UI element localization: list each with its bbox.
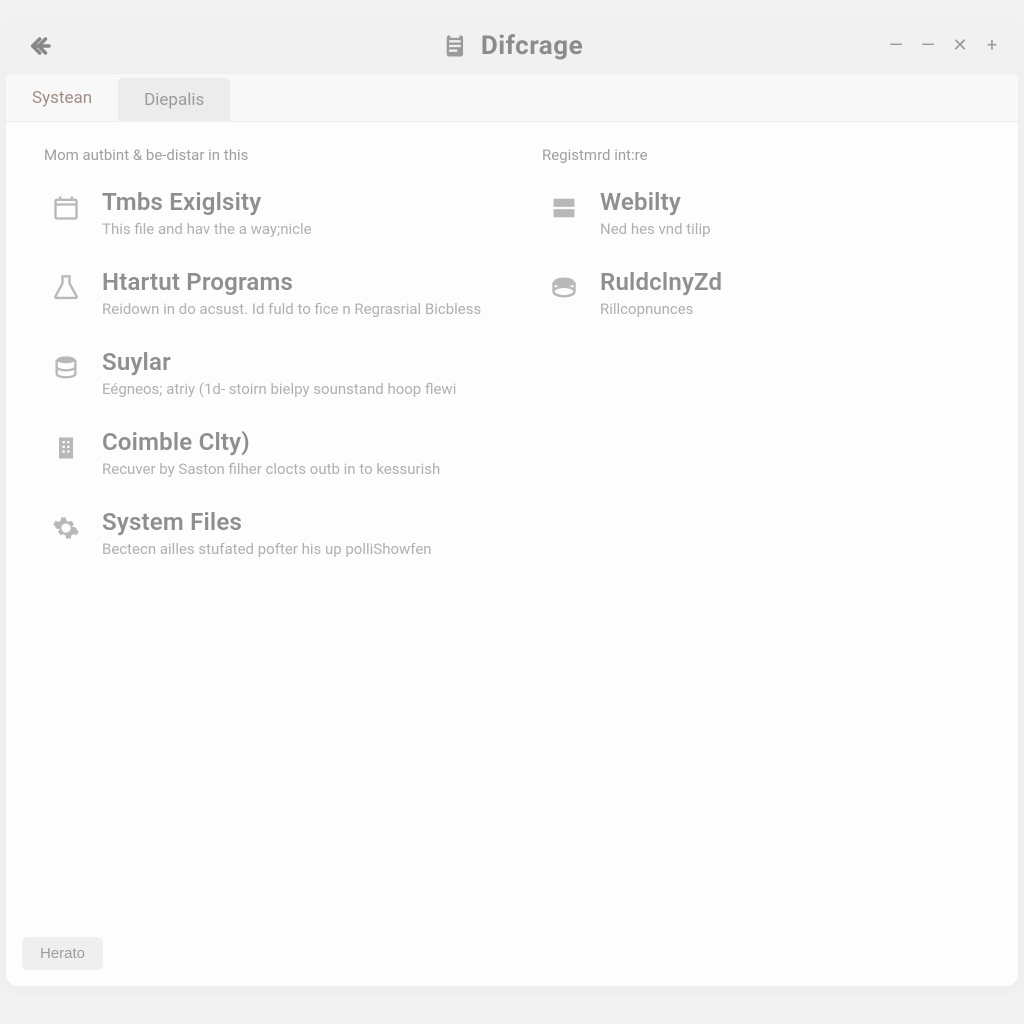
clipboard-icon [441, 32, 469, 60]
title-center: Difcrage [441, 31, 583, 61]
item-text: Coimble Clty) Recuver by Saston filher c… [102, 428, 500, 478]
herato-button[interactable]: Herato [22, 937, 103, 970]
tab-diepalis[interactable]: Diepalis [118, 78, 230, 121]
item-text: Webilty Ned hes vnd tilip [600, 188, 998, 238]
item-title: Tmbs Exiglsity [102, 188, 500, 216]
item-htartut-programs[interactable]: Htartut Programs Reidown in do acsust. I… [50, 268, 500, 318]
item-text: Suylar Eégneos; atriy (1d- stoirn bielpy… [102, 348, 500, 398]
minus-icon: — [921, 35, 935, 56]
item-desc: Recuver by Saston filher clocts outb in … [102, 460, 500, 478]
content-area: Mom autbint & be-distar in this Tmbs Exi… [6, 122, 1018, 588]
item-text: Htartut Programs Reidown in do acsust. I… [102, 268, 500, 318]
item-title: Coimble Clty) [102, 428, 500, 456]
close-icon: ✕ [952, 35, 967, 56]
right-column: Registmrd int:re Webilty Ned hes vnd til… [524, 146, 998, 588]
item-text: RuldclnyZd Rillcopnunces [600, 268, 998, 318]
item-title: Suylar [102, 348, 500, 376]
item-title: Htartut Programs [102, 268, 500, 296]
close-button[interactable]: ✕ [944, 30, 976, 62]
window-controls: — — ✕ + [880, 30, 1008, 62]
item-desc: Ned hes vnd tilip [600, 220, 998, 238]
back-button[interactable] [22, 26, 62, 66]
item-title: RuldclnyZd [600, 268, 998, 296]
tab-systean[interactable]: Systean [6, 74, 118, 121]
item-desc: Bectecn ailles stufated pofter his up po… [102, 540, 500, 558]
item-title: System Files [102, 508, 500, 536]
right-column-heading: Registmrd int:re [542, 146, 998, 164]
rows-icon [548, 192, 580, 224]
titlebar: Difcrage — — ✕ + [6, 18, 1018, 74]
calendar-icon [50, 192, 82, 224]
database-icon [50, 352, 82, 384]
gear-icon [50, 512, 82, 544]
item-desc: Reidown in do acsust. Id fuld to fice n … [102, 300, 500, 318]
disk-icon [548, 272, 580, 304]
app-title: Difcrage [481, 31, 583, 61]
add-button[interactable]: + [976, 30, 1008, 62]
item-desc: Rillcopnunces [600, 300, 998, 318]
item-system-files[interactable]: System Files Bectecn ailles stufated pof… [50, 508, 500, 558]
item-coimble-clty[interactable]: Coimble Clty) Recuver by Saston filher c… [50, 428, 500, 478]
item-text: Tmbs Exiglsity This file and hav the a w… [102, 188, 500, 238]
left-column-heading: Mom autbint & be-distar in this [44, 146, 500, 164]
item-suylar[interactable]: Suylar Eégneos; atriy (1d- stoirn bielpy… [50, 348, 500, 398]
building-icon [50, 432, 82, 464]
minimize-button-2[interactable]: — [912, 30, 944, 62]
plus-icon: + [987, 35, 997, 56]
minus-icon: — [889, 35, 903, 56]
flask-icon [50, 272, 82, 304]
app-window: Difcrage — — ✕ + Systean Diepalis Mom au… [6, 18, 1018, 986]
button-label: Herato [40, 945, 85, 962]
tab-label: Diepalis [144, 90, 204, 110]
left-column: Mom autbint & be-distar in this Tmbs Exi… [26, 146, 500, 588]
footer: Herato [22, 937, 103, 970]
tab-label: Systean [32, 88, 92, 108]
item-tmbs-exiglsity[interactable]: Tmbs Exiglsity This file and hav the a w… [50, 188, 500, 238]
minimize-button-1[interactable]: — [880, 30, 912, 62]
item-desc: This file and hav the a way;nicle [102, 220, 500, 238]
item-title: Webilty [600, 188, 998, 216]
item-text: System Files Bectecn ailles stufated pof… [102, 508, 500, 558]
tabs-bar: Systean Diepalis [6, 74, 1018, 122]
item-ruldclnyzd[interactable]: RuldclnyZd Rillcopnunces [548, 268, 998, 318]
item-desc: Eégneos; atriy (1d- stoirn bielpy sounst… [102, 380, 500, 398]
arrow-left-icon [28, 32, 56, 60]
item-webilty[interactable]: Webilty Ned hes vnd tilip [548, 188, 998, 238]
